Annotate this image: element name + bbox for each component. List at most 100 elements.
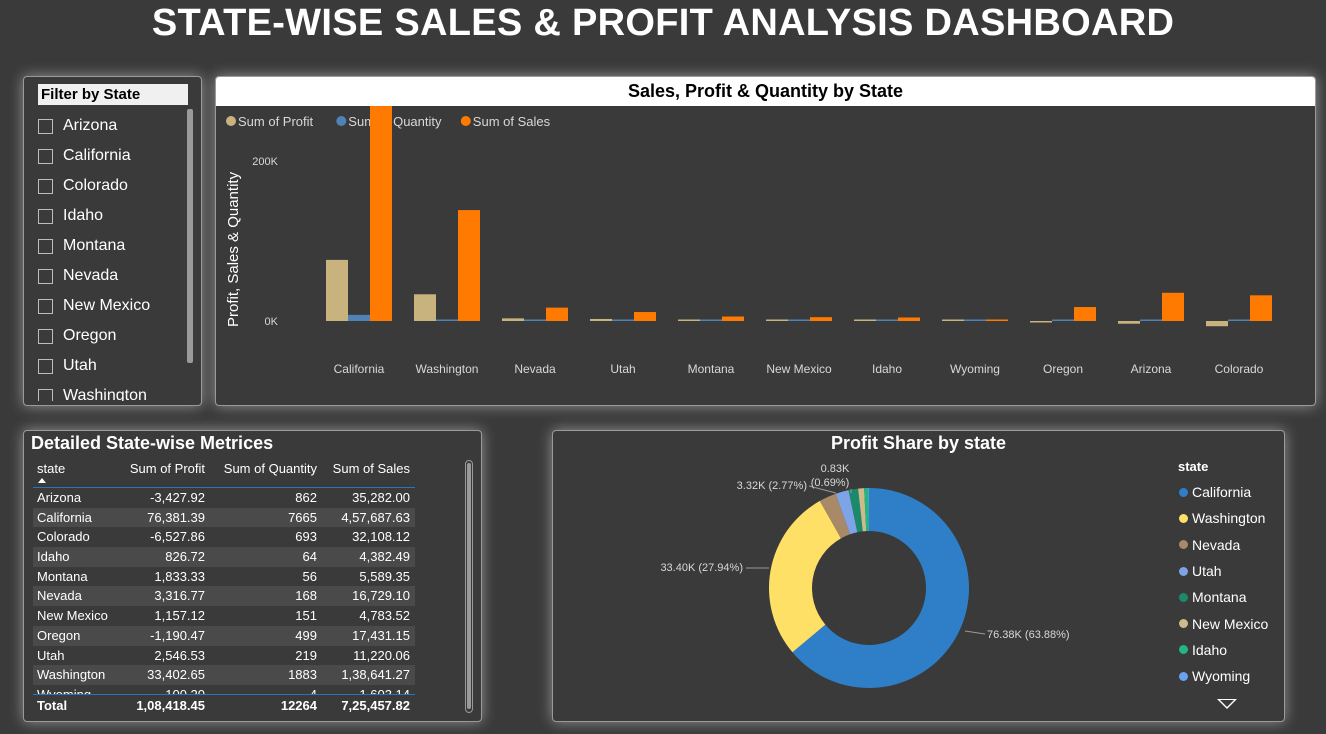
bar-sum-of-sales-colorado[interactable] [1250,295,1272,321]
checkbox-icon[interactable] [38,178,53,194]
bar-sum-of-sales-california[interactable] [370,77,392,321]
table-row[interactable]: Idaho 826.72 64 4,382.49 [33,547,415,567]
column-header-state[interactable]: state [37,461,65,476]
slicer-scrollbar[interactable] [187,109,193,363]
sort-ascending-icon[interactable] [38,478,46,483]
bar-sum-of-profit-idaho[interactable] [854,319,876,322]
bar-legend-label[interactable]: Sum of Quantity [348,114,442,129]
table-scrollbar-thumb[interactable] [467,463,471,709]
bar-sum-of-profit-nevada[interactable] [502,318,524,321]
column-header-sales[interactable]: Sum of Sales [333,461,410,476]
bar-sum-of-quantity-nevada[interactable] [524,319,546,322]
slicer-item-arizona[interactable]: Arizona [38,111,188,141]
cell-state: California [37,509,92,525]
bar-sum-of-quantity-wyoming[interactable] [964,319,986,322]
slicer-item-california[interactable]: California [38,141,188,171]
column-header-profit[interactable]: Sum of Profit [130,461,205,476]
legend-item-nevada[interactable]: Nevada [1179,532,1268,558]
cell-quantity: 64 [302,549,317,565]
slicer-item-new-mexico[interactable]: New Mexico [38,291,188,321]
slicer-item-washington[interactable]: Washington [38,381,188,401]
legend-item-idaho[interactable]: Idaho [1179,637,1268,663]
slicer-item-utah[interactable]: Utah [38,351,188,381]
bar-sum-of-sales-idaho[interactable] [898,317,920,321]
legend-dot-icon [1179,619,1188,629]
table-row[interactable]: New Mexico 1,157.12 151 4,783.52 [33,606,415,626]
table-row[interactable]: Montana 1,833.33 56 5,589.35 [33,567,415,587]
bar-sum-of-quantity-utah[interactable] [612,319,634,322]
cell-quantity: 219 [295,647,317,663]
bar-sum-of-profit-utah[interactable] [590,318,612,321]
legend-item-california[interactable]: California [1179,479,1268,505]
table-row[interactable]: Oregon -1,190.47 499 17,431.15 [33,625,415,646]
slicer-item-nevada[interactable]: Nevada [38,261,188,291]
table-row[interactable]: California 76,381.39 7665 4,57,687.63 [33,507,415,528]
bar-sum-of-quantity-washington[interactable] [436,319,458,321]
bar-sum-of-quantity-colorado[interactable] [1228,319,1250,322]
donut-data-label: 3.32K (2.77%) [737,480,807,492]
bar-sum-of-profit-wyoming[interactable] [942,319,964,322]
bar-sum-of-profit-washington[interactable] [414,294,436,321]
y-tick-label: 0K [265,316,279,328]
checkbox-icon[interactable] [38,268,53,284]
checkbox-icon[interactable] [38,208,53,224]
bar-sum-of-profit-oregon[interactable] [1030,321,1052,323]
bar-sum-of-quantity-montana[interactable] [700,319,722,322]
column-header-quantity[interactable]: Sum of Quantity [224,461,317,476]
slicer-item-montana[interactable]: Montana [38,231,188,261]
table-row[interactable]: Colorado -6,527.86 693 32,108.12 [33,527,415,547]
slicer-list: Arizona California Colorado Idaho Montana Nev… [38,111,188,401]
table-title: Detailed State-wise Metrices [31,433,274,453]
bar-sum-of-quantity-new-mexico[interactable] [788,319,810,322]
legend-item-utah[interactable]: Utah [1179,558,1268,584]
bar-sum-of-sales-utah[interactable] [634,312,656,321]
bar-sum-of-sales-washington[interactable] [458,210,480,321]
table-row[interactable]: Nevada 3,316.77 168 16,729.10 [33,586,415,607]
bar-sum-of-profit-colorado[interactable] [1206,321,1228,327]
bar-sum-of-profit-new-mexico[interactable] [766,319,788,322]
bar-legend-label[interactable]: Sum of Profit [238,114,314,129]
bar-sum-of-quantity-arizona[interactable] [1140,319,1162,322]
checkbox-icon[interactable] [38,388,53,401]
x-tick-label: Colorado [1215,362,1264,376]
checkbox-icon[interactable] [38,238,53,254]
legend-item-montana[interactable]: Montana [1179,584,1268,610]
cell-profit: 3,316.77 [154,588,205,604]
legend-scroll-down-icon[interactable] [1217,699,1237,709]
legend-item-wyoming[interactable]: Wyoming [1179,663,1268,689]
bar-sum-of-profit-montana[interactable] [678,319,700,322]
donut-slice-washington[interactable] [769,500,841,653]
bar-sum-of-quantity-california[interactable] [348,314,370,321]
x-tick-label: Nevada [514,362,556,376]
slicer-item-idaho[interactable]: Idaho [38,201,188,231]
bar-sum-of-sales-arizona[interactable] [1162,292,1184,321]
bar-sum-of-profit-california[interactable] [326,259,348,321]
slicer-item-colorado[interactable]: Colorado [38,171,188,201]
cell-state: Colorado [37,529,90,545]
checkbox-icon[interactable] [38,298,53,314]
bar-sum-of-quantity-idaho[interactable] [876,319,898,322]
table-row[interactable]: Wyoming 100.20 4 1,603.14 [33,685,415,694]
x-tick-label: California [334,362,385,376]
bar-sum-of-sales-montana[interactable] [722,316,744,321]
bar-sum-of-sales-oregon[interactable] [1074,307,1096,321]
bar-sum-of-sales-nevada[interactable] [546,307,568,321]
checkbox-icon[interactable] [38,358,53,374]
checkbox-icon[interactable] [38,328,53,344]
bar-legend-label[interactable]: Sum of Sales [473,114,551,129]
bar-sum-of-profit-arizona[interactable] [1118,321,1140,324]
bar-sum-of-sales-wyoming[interactable] [986,319,1008,322]
checkbox-icon[interactable] [38,148,53,164]
bar-sum-of-sales-new-mexico[interactable] [810,317,832,321]
table-row[interactable]: Utah 2,546.53 219 11,220.06 [33,646,415,666]
table-scrollbar[interactable] [465,460,473,713]
table-row[interactable]: Arizona -3,427.92 862 35,282.00 [33,488,415,508]
table-row[interactable]: Washington 33,402.65 1883 1,38,641.27 [33,665,415,685]
legend-dot-icon [1179,540,1188,550]
cell-quantity: 862 [295,490,317,505]
checkbox-icon[interactable] [38,118,53,134]
slicer-item-oregon[interactable]: Oregon [38,321,188,351]
bar-sum-of-quantity-oregon[interactable] [1052,319,1074,322]
legend-item-washington[interactable]: Washington [1179,505,1268,531]
legend-item-new-mexico[interactable]: New Mexico [1179,610,1268,636]
